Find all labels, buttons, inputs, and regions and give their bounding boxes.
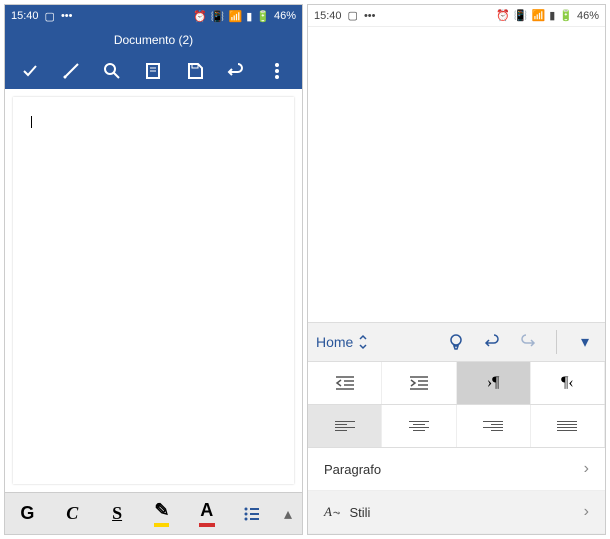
collapse-ribbon-button[interactable]: ▾ [573,330,597,354]
ribbon-tab-selector[interactable]: Home [316,334,369,350]
ribbon-bar: Home ▾ [308,322,605,362]
highlight-icon: ✎ [154,500,169,527]
highlight-button[interactable]: ✎ [139,493,184,534]
align-justify-button[interactable] [531,405,605,447]
styles-row[interactable]: A⤳ Stili › [308,491,605,534]
chevron-updown-icon [357,334,369,350]
ltr-paragraph-button[interactable]: ›¶ [457,362,531,404]
paragraph-label: Paragrafo [324,462,381,477]
document-canvas[interactable] [13,97,294,484]
battery-icon: 🔋 [256,10,270,23]
vibrate-icon: 📳 [211,10,225,23]
cast-icon: ▢ [45,10,55,23]
search-button[interactable] [100,59,124,83]
rtl-paragraph-button[interactable]: ¶‹ [531,362,605,404]
status-bar: 15:40 ▢ ••• ⏰ 📳 📶 ▮ 🔋 46% [5,5,302,27]
undo-button[interactable] [224,59,248,83]
vibrate-icon: 📳 [514,9,528,22]
more-icon: ••• [364,10,376,22]
overflow-menu-button[interactable] [265,59,289,83]
status-time: 15:40 [11,10,39,22]
text-cursor [31,116,32,128]
redo-button[interactable] [516,330,540,354]
indent-button[interactable] [382,362,456,404]
battery-level: 46% [577,10,599,22]
alarm-icon: ⏰ [496,9,510,22]
align-left-button[interactable] [308,405,382,447]
outdent-button[interactable] [308,362,382,404]
align-center-button[interactable] [382,405,456,447]
status-bar: 15:40 ▢ ••• ⏰ 📳 📶 ▮ 🔋 46% [308,5,605,27]
document-canvas[interactable] [316,35,597,314]
more-icon: ••• [61,10,73,22]
underline-button[interactable]: S [95,493,140,534]
wifi-icon: 📶 [229,10,243,23]
signal-icon: ▮ [549,9,555,22]
reading-view-button[interactable] [141,59,165,83]
alarm-icon: ⏰ [193,10,207,23]
chevron-right-icon: › [584,460,589,478]
expand-toolbar-button[interactable]: ▴ [274,504,302,524]
phone-left: 15:40 ▢ ••• ⏰ 📳 📶 ▮ 🔋 46% Documento (2) … [4,4,303,535]
ribbon-tab-label: Home [316,334,353,350]
alignment-row [308,405,605,448]
save-button[interactable] [183,59,207,83]
styles-label: Stili [350,505,371,520]
indent-row: ›¶ ¶‹ [308,362,605,405]
bullet-list-button[interactable] [229,493,274,534]
undo-button[interactable] [480,330,504,354]
font-color-button[interactable]: A [184,493,229,534]
confirm-button[interactable] [18,59,42,83]
align-right-button[interactable] [457,405,531,447]
signal-icon: ▮ [246,10,252,23]
font-color-icon: A [199,500,215,527]
battery-level: 46% [274,10,296,22]
italic-button[interactable]: C [50,493,95,534]
status-time: 15:40 [314,10,342,22]
bold-button[interactable]: G [5,493,50,534]
wifi-icon: 📶 [532,9,546,22]
format-toolbar: G C S ✎ A ▴ [5,492,302,534]
document-title: Documento (2) [5,27,302,53]
styles-icon: A⤳ [324,504,340,520]
tell-me-button[interactable] [444,330,468,354]
phone-right: 15:40 ▢ ••• ⏰ 📳 📶 ▮ 🔋 46% Home ▾ ›¶ [307,4,606,535]
chevron-right-icon: › [584,503,589,521]
paragraph-row[interactable]: Paragrafo › [308,448,605,491]
separator [556,330,557,354]
pen-toggle-button[interactable] [59,59,83,83]
battery-icon: 🔋 [559,9,573,22]
cast-icon: ▢ [348,9,358,22]
top-toolbar [5,53,302,89]
